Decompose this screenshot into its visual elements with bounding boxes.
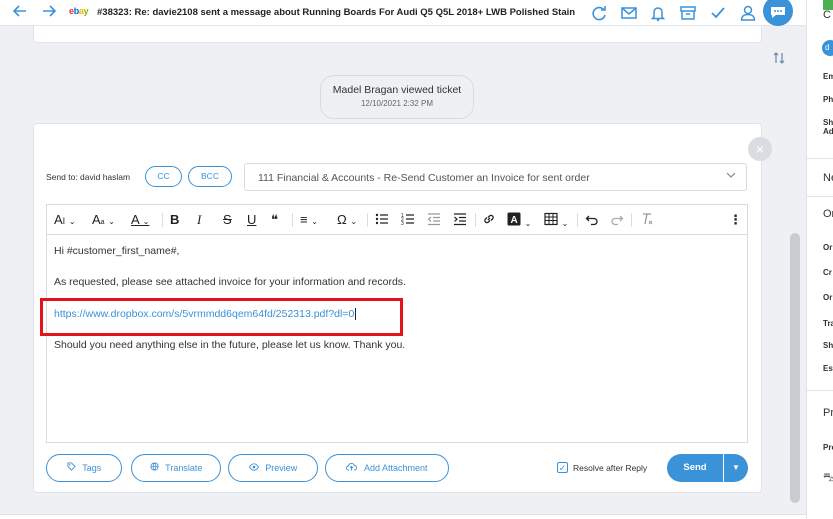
resolve-after-reply-label: Resolve after Reply: [573, 463, 648, 473]
side-field-estimate: Est: [823, 364, 833, 373]
numbered-list-icon[interactable]: 123: [401, 212, 415, 228]
font-color-button[interactable]: A ⌄: [131, 212, 149, 228]
side-field-created: Cr: [823, 268, 832, 277]
bell-icon[interactable]: [647, 2, 669, 24]
ebay-logo: ebay: [69, 6, 89, 16]
side-panel-title: C: [823, 9, 831, 21]
cloud-upload-icon: [346, 463, 360, 473]
toolbar-divider: [577, 213, 578, 227]
previous-message-card: [33, 26, 762, 43]
side-section-orders[interactable]: Or: [823, 208, 833, 220]
bold-button[interactable]: B: [170, 212, 179, 228]
svg-text:3: 3: [401, 221, 404, 226]
scrollbar[interactable]: [790, 233, 800, 503]
side-divider: [807, 196, 833, 197]
customer-side-panel: C d Em Ph Sh Ad Ne Or Or Cr Or Tra Sh Es…: [806, 0, 833, 519]
more-options-icon[interactable]: ⋮: [729, 212, 742, 228]
close-icon[interactable]: ×: [748, 137, 772, 161]
outdent-icon[interactable]: [427, 212, 441, 228]
toolbar-divider: [475, 213, 476, 227]
side-field-product: Pro: [823, 443, 833, 452]
eye-icon: [248, 463, 262, 473]
side-section-notes[interactable]: Ne: [823, 172, 833, 184]
special-characters-button[interactable]: Ω ⌄: [337, 212, 357, 228]
check-icon[interactable]: [707, 2, 729, 24]
side-divider: [807, 390, 833, 391]
avatar[interactable]: d: [822, 40, 833, 56]
side-field-shipping: Sh: [823, 118, 833, 127]
side-field-address: Ad: [823, 127, 833, 136]
globe-icon: [150, 462, 162, 473]
template-select[interactable]: 111 Financial & Accounts - Re-Send Custo…: [244, 163, 747, 191]
side-field-shipped: Sh: [823, 341, 833, 350]
resolve-after-reply-checkbox[interactable]: ✓: [557, 462, 568, 473]
ticket-header-bar: ebay #38323: Re: davie2108 sent a messag…: [0, 0, 806, 26]
highlight-color-icon[interactable]: A ⌄: [507, 212, 531, 228]
cc-button[interactable]: CC: [145, 166, 182, 187]
bulleted-list-icon[interactable]: [375, 212, 389, 228]
ticket-title: #38323: Re: davie2108 sent a message abo…: [97, 7, 575, 18]
preview-button[interactable]: Preview: [228, 454, 318, 482]
add-attachment-button[interactable]: Add Attachment: [325, 454, 449, 482]
body-line: As requested, please see attached invoic…: [54, 276, 406, 288]
tags-button[interactable]: Tags: [46, 454, 122, 482]
refresh-icon[interactable]: [588, 2, 610, 24]
redo-icon[interactable]: [610, 212, 624, 228]
svg-text:A: A: [511, 215, 518, 226]
toolbar-divider: [367, 213, 368, 227]
undo-icon[interactable]: [585, 212, 599, 228]
forward-arrow-icon[interactable]: [39, 3, 59, 23]
side-field-phone: Ph: [823, 95, 833, 104]
font-size-button[interactable]: AI ⌄: [54, 212, 76, 228]
bcc-button[interactable]: BCC: [188, 166, 232, 187]
viewed-event-time: 12/10/2021 2:32 PM: [360, 99, 434, 108]
toolbar-divider: [631, 213, 632, 227]
indent-icon[interactable]: [453, 212, 467, 228]
tag-icon: [67, 462, 79, 473]
side-section-products[interactable]: Pr: [823, 407, 833, 419]
viewed-event-text: Madel Bragan viewed ticket: [332, 84, 462, 96]
viewed-ticket-event: Madel Bragan viewed ticket 12/10/2021 2:…: [320, 75, 474, 119]
template-select-value: 111 Financial & Accounts - Re-Send Custo…: [258, 172, 590, 184]
user-icon[interactable]: [737, 2, 759, 24]
clear-formatting-icon[interactable]: [640, 212, 654, 228]
mail-icon[interactable]: [618, 2, 640, 24]
toolbar-divider: [162, 213, 163, 227]
closing-line: Should you need anything else in the fut…: [54, 339, 406, 351]
translate-button[interactable]: Translate: [131, 454, 221, 482]
archive-icon[interactable]: [677, 2, 699, 24]
toolbar-divider: [292, 213, 293, 227]
side-divider: [807, 158, 833, 159]
underline-button[interactable]: U: [247, 212, 256, 228]
editor-toolbar: AI ⌄ Aa ⌄ A ⌄ B I S U ❝ ≡ ⌄ Ω ⌄ 123 A ⌄: [47, 205, 747, 235]
send-button[interactable]: Send: [667, 454, 723, 482]
chevron-down-icon: [726, 170, 736, 183]
side-field-email: Em: [823, 72, 833, 81]
side-field-tracking: Tra: [823, 319, 833, 328]
side-field-order: Or: [823, 243, 833, 252]
product-thumbnail-icon: ⛍: [823, 470, 833, 486]
italic-button[interactable]: I: [197, 212, 201, 228]
greeting-line: Hi #customer_first_name#,: [54, 245, 180, 257]
chat-icon[interactable]: [763, 0, 793, 26]
side-field-order-status: Or: [823, 293, 833, 302]
align-button[interactable]: ≡ ⌄: [300, 212, 318, 228]
annotation-highlight-box: [40, 298, 403, 336]
table-icon[interactable]: ⌄: [544, 212, 568, 228]
back-arrow-icon[interactable]: [10, 3, 30, 23]
quote-button[interactable]: ❝: [271, 212, 278, 228]
sort-icon[interactable]: [773, 51, 785, 68]
send-to-label: Send to: david haslam: [46, 172, 131, 182]
strikethrough-button[interactable]: S: [223, 212, 232, 228]
footer-strip: [0, 514, 806, 519]
link-icon[interactable]: [482, 212, 496, 228]
text-format-button[interactable]: Aa ⌄: [92, 212, 115, 228]
